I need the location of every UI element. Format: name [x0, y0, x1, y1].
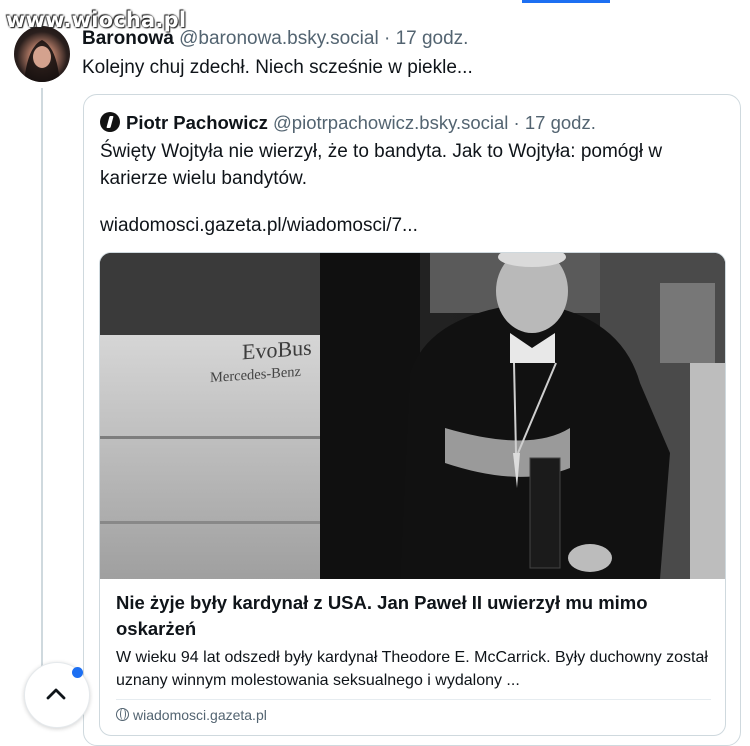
quoted-time[interactable]: 17 godz.: [525, 112, 596, 133]
bus-brand-text: EvoBus: [242, 334, 312, 365]
separator-dot: ·: [383, 28, 391, 49]
quoted-post-header: Piotr Pachowicz @piotrpachowicz.bsky.soc…: [100, 112, 596, 134]
avatar[interactable]: [14, 26, 70, 82]
preview-title[interactable]: Nie żyje były kardynał z USA. Jan Paweł …: [116, 590, 711, 642]
quoted-author-avatar[interactable]: [100, 112, 120, 132]
preview-description: W wieku 94 lat odszedł były kardynał The…: [116, 649, 708, 689]
notification-dot: [72, 667, 83, 678]
quoted-text: Święty Wojtyła nie wierzył, że to bandyt…: [100, 141, 663, 189]
active-tab-indicator: [522, 0, 610, 3]
preview-domain[interactable]: wiadomosci.gazeta.pl: [116, 707, 267, 723]
post-text: Kolejny chuj zdechł. Niech scześnie w pi…: [82, 57, 473, 78]
link-preview-card[interactable]: EvoBus Mercedes-Benz Nie żyje były kardy…: [99, 252, 726, 736]
thread-line: [41, 88, 43, 708]
globe-icon: [116, 708, 129, 721]
quoted-post[interactable]: Piotr Pachowicz @piotrpachowicz.bsky.soc…: [83, 94, 741, 746]
post-handle[interactable]: @baronowa.bsky.social: [179, 28, 379, 49]
quoted-link[interactable]: wiadomosci.gazeta.pl/wiadomosci/7...: [100, 215, 418, 237]
quoted-handle[interactable]: @piotrpachowicz.bsky.social: [273, 112, 508, 133]
site-watermark: www.wiocha.pl: [6, 8, 187, 32]
post-time[interactable]: 17 godz.: [396, 28, 469, 49]
preview-domain-text: wiadomosci.gazeta.pl: [133, 707, 267, 723]
separator-dot: ·: [513, 112, 520, 133]
chevron-up-icon: [46, 688, 66, 700]
quoted-author[interactable]: Piotr Pachowicz: [126, 112, 268, 133]
divider: [116, 699, 711, 700]
preview-image: EvoBus Mercedes-Benz: [100, 253, 725, 579]
